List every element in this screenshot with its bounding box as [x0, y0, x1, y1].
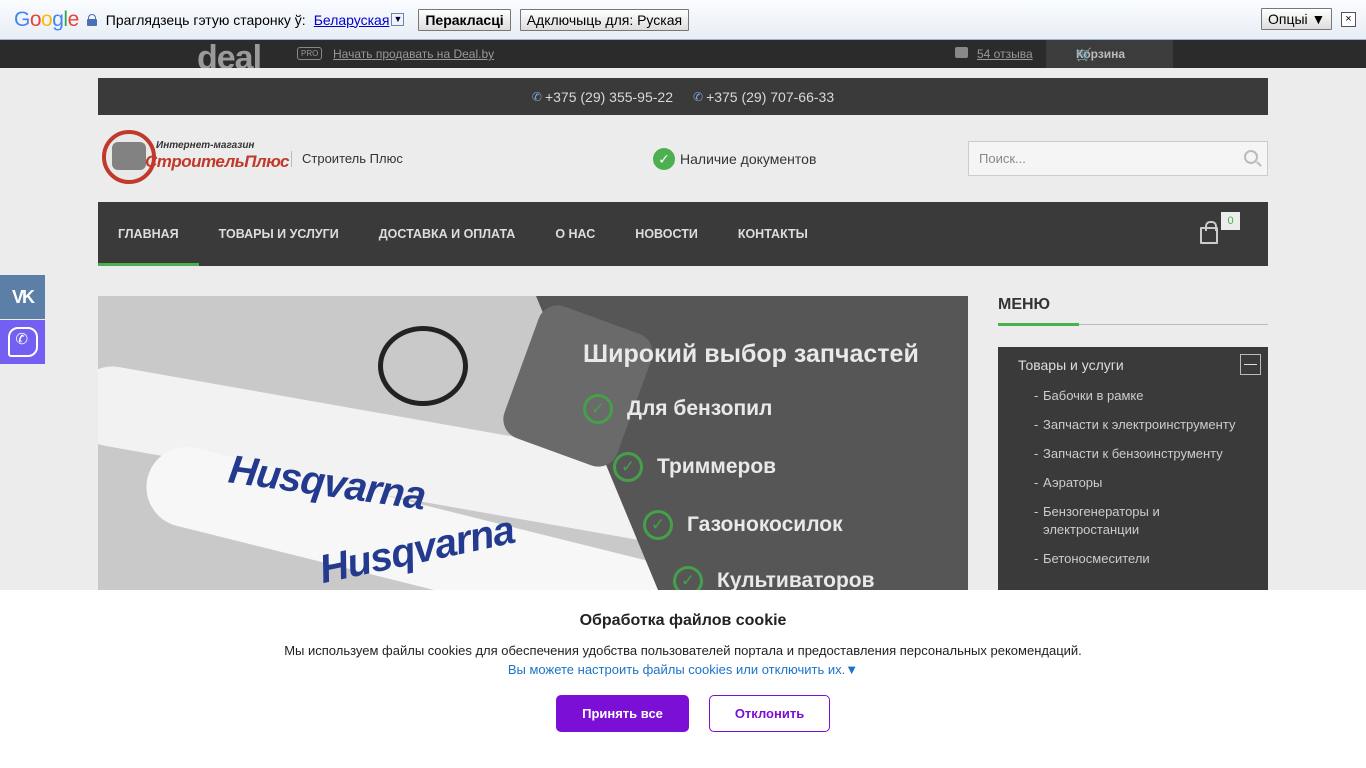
logo-subtitle: Интернет-магазин — [156, 140, 255, 151]
reviews-link[interactable]: 54 отзыва — [977, 47, 1033, 61]
menu-item[interactable]: Запчасти к бензоинструменту — [1034, 445, 1259, 463]
logo-name: СтроительПлюс — [145, 152, 290, 171]
phone-icon: ✆ — [531, 89, 542, 104]
disable-translate-button[interactable]: Адключыць для: Руская — [519, 8, 690, 31]
menu-item[interactable]: Бензогенераторы и электростанции — [1034, 503, 1259, 539]
menu-item[interactable]: Запчасти к электроинструменту — [1034, 416, 1259, 434]
site-logo[interactable]: Интернет-магазин СтроительПлюс — [100, 128, 290, 188]
cart-count-badge: 0 — [1221, 212, 1240, 230]
documents-label: Наличие документов — [680, 151, 817, 167]
logo-letter: g — [52, 7, 64, 31]
nav-home[interactable]: Главная — [98, 202, 199, 266]
menu-item[interactable]: Бетоносмесители — [1034, 550, 1259, 568]
logo-letter: G — [14, 7, 30, 31]
banner-line-text: Культиваторов — [717, 569, 875, 590]
logo-letter: o — [41, 7, 53, 31]
shopping-bag-icon — [1200, 221, 1218, 244]
banner-line-text: Газонокосилок — [687, 513, 843, 536]
documents-badge: ✓ Наличие документов — [653, 148, 816, 170]
banner-line: ✓ Для бензопил — [583, 394, 772, 424]
nav-contacts[interactable]: Контакты — [718, 202, 828, 266]
close-icon[interactable]: × — [1341, 12, 1356, 27]
menu-item[interactable]: Аэраторы — [1034, 474, 1259, 492]
banner-line: ✓ Триммеров — [613, 452, 776, 482]
check-icon: ✓ — [673, 566, 703, 590]
logo-letter: o — [29, 7, 42, 31]
cookie-banner: Обработка файлов cookie Мы используем фа… — [0, 590, 1366, 768]
side-menu: Товары и услуги Бабочки в рамке Запчасти… — [998, 347, 1268, 590]
cart-button[interactable] — [1198, 219, 1220, 245]
deal-cart-button[interactable]: 🛒 Корзина — [1046, 40, 1173, 68]
cart-icon: 🛒 — [1076, 47, 1093, 62]
decline-button[interactable]: Отклонить — [709, 695, 830, 732]
deal-bar: deal PRO Начать продавать на Deal.by 54 … — [0, 38, 1366, 68]
nav-products[interactable]: Товары и услуги — [199, 202, 359, 266]
banner-title: Широкий выбор запчастей — [583, 340, 919, 368]
ignition-coil-image — [378, 326, 468, 406]
translate-bar: Google Праглядзець гэтую старонку ў: Бел… — [0, 0, 1366, 40]
phone-number: +375 (29) 355-95-22 — [544, 88, 673, 105]
viber-icon — [7, 327, 38, 357]
check-icon: ✓ — [653, 148, 675, 170]
menu-category[interactable]: Товары и услуги — [1018, 357, 1124, 373]
nav-news[interactable]: Новости — [615, 202, 718, 266]
shop-name: Строитель Плюс — [302, 151, 403, 166]
menu-item[interactable]: Бабочки в рамке — [1034, 387, 1259, 405]
banner-line-text: Для бензопил — [627, 397, 773, 420]
search-input[interactable] — [969, 142, 1219, 175]
phone-icon: ✆ — [693, 89, 704, 104]
language-dropdown-icon[interactable]: ▼ — [391, 13, 405, 26]
banner-line-text: Триммеров — [657, 455, 777, 478]
menu-title: МЕНЮ — [998, 296, 1051, 313]
check-icon: ✓ — [583, 394, 613, 424]
comment-icon — [955, 47, 968, 58]
phone-2[interactable]: ✆ +375 (29) 707-66-33 — [693, 89, 834, 105]
google-logo: Google — [14, 8, 79, 32]
check-icon: ✓ — [643, 510, 673, 540]
menu-list: Бабочки в рамке Запчасти к электроинстру… — [1034, 387, 1259, 579]
phone-number: +375 (29) 707-66-33 — [706, 88, 835, 105]
collapse-icon[interactable] — [1240, 354, 1261, 375]
banner-line: ✓ Культиваторов — [673, 566, 875, 590]
search-box — [968, 141, 1268, 176]
vk-button[interactable]: VK — [0, 275, 45, 319]
translate-button[interactable]: Перакласці — [418, 8, 511, 31]
lock-icon — [86, 13, 97, 26]
tools-icon — [112, 142, 146, 170]
translate-prompt: Праглядзець гэтую старонку ў: — [105, 11, 306, 28]
cookie-title: Обработка файлов cookie — [579, 612, 787, 629]
banner-line: ✓ Газонокосилок — [643, 510, 843, 540]
menu-title-accent — [998, 323, 1079, 326]
deal-logo[interactable]: deal — [197, 38, 261, 68]
phone-strip: ✆ +375 (29) 355-95-22 ✆ +375 (29) 707-66… — [98, 78, 1268, 115]
vk-icon: VK — [11, 286, 35, 307]
cookie-text: Мы используем файлы cookies для обеспече… — [284, 643, 1082, 658]
check-icon: ✓ — [613, 452, 643, 482]
sell-link[interactable]: Начать продавать на Deal.by — [333, 47, 494, 61]
phone-1[interactable]: ✆ +375 (29) 355-95-22 — [532, 89, 673, 105]
cookie-settings-link[interactable]: Вы можете настроить файлы cookies или от… — [0, 662, 1366, 677]
viber-button[interactable] — [0, 320, 45, 364]
nav-about[interactable]: О нас — [535, 202, 615, 266]
logo-letter: e — [67, 7, 80, 31]
search-icon[interactable] — [1244, 150, 1258, 164]
language-link[interactable]: Беларуская — [314, 12, 390, 28]
accept-all-button[interactable]: Принять все — [556, 695, 689, 732]
pro-badge: PRO — [297, 47, 323, 60]
options-button[interactable]: Опцыі ▼ — [1261, 8, 1333, 30]
main-nav: Главная Товары и услуги Доставка и оплат… — [98, 202, 1268, 266]
nav-delivery[interactable]: Доставка и оплата — [359, 202, 536, 266]
promo-banner[interactable]: Husqvarna Husqvarna Широкий выбор запчас… — [98, 296, 968, 590]
divider — [291, 151, 292, 167]
